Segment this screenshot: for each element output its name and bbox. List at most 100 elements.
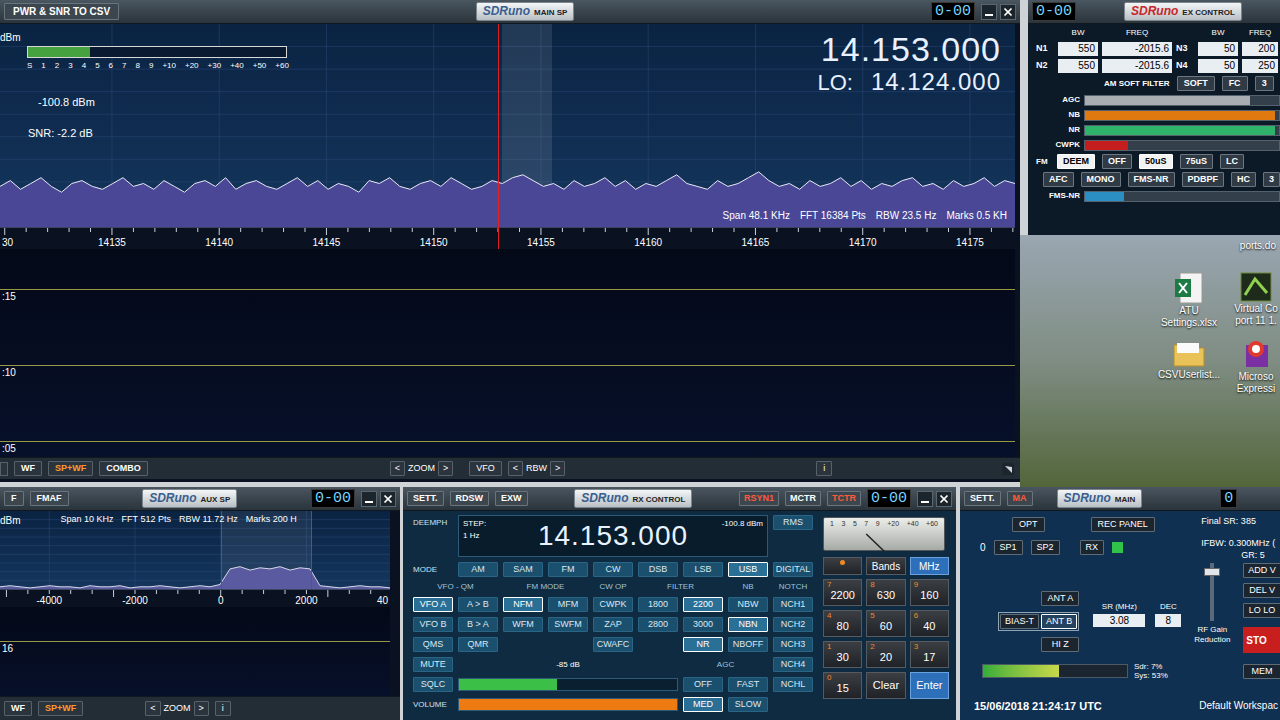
band-key[interactable]: 130 (823, 641, 862, 668)
view-mode-button[interactable]: SP+WF (38, 701, 83, 716)
prev-button[interactable]: < (390, 461, 405, 476)
rx-title-button[interactable]: RDSW (450, 491, 490, 506)
rx-option-button[interactable]: VFO B (413, 617, 453, 632)
ex-slider[interactable] (1084, 95, 1280, 106)
title-bar[interactable]: SETT.RDSWEXWSDRunoRX CONTROLRSYN1MCTRTCT… (403, 487, 956, 511)
side-button[interactable]: ADD V (1243, 563, 1280, 578)
info-button[interactable]: i (215, 701, 231, 716)
desktop-icon-label[interactable]: ports.do (1240, 238, 1276, 253)
view-mode-button[interactable]: COMBO (99, 461, 148, 476)
rx-option-button[interactable]: VFO A (413, 597, 453, 612)
spectrum-display[interactable]: dBmS123456789+10+20+30+40+50+60-100.8 dB… (0, 24, 1015, 227)
aux-spectrum-display[interactable]: dBmSpan 10 KHzFFT 512 PtsRBW 11.72 HzMar… (0, 511, 390, 589)
notch-button[interactable]: NCH4 (773, 657, 813, 672)
pwr-snr-csv-button[interactable]: PWR & SNR TO CSV (4, 3, 119, 20)
resize-icon[interactable] (1002, 463, 1014, 475)
mode-button[interactable]: DIGITAL (773, 562, 813, 577)
close-icon[interactable] (936, 491, 952, 507)
band-key[interactable]: 317 (910, 641, 949, 668)
rx-option-button[interactable]: 3000 (683, 617, 723, 632)
bias-t-button[interactable]: BIAS-T (1000, 614, 1039, 629)
band-key[interactable]: 8630 (866, 579, 905, 606)
prev-button[interactable]: < (508, 461, 523, 476)
info-button[interactable]: i (816, 461, 832, 476)
rx-option-button[interactable]: 1800 (638, 597, 678, 612)
sync-button[interactable]: MCTR (785, 491, 821, 506)
fm-option-button[interactable]: 3 (1263, 172, 1280, 187)
band-key[interactable]: 640 (910, 610, 949, 637)
enter-key[interactable]: Enter (910, 672, 949, 699)
soft-filter-button[interactable]: 3 (1255, 76, 1274, 91)
minimize-icon[interactable] (917, 491, 933, 507)
view-mode-button[interactable]: SP+WF (48, 461, 93, 476)
squelch-slider[interactable] (458, 678, 678, 691)
mode-button[interactable]: FM (548, 562, 588, 577)
desktop-icon[interactable]: CSVUserlist... (1152, 339, 1226, 395)
squelch-button[interactable]: SQLC (413, 677, 453, 692)
band-key[interactable]: 480 (823, 610, 862, 637)
desktop-icon[interactable]: Virtual Coport 11 1. (1232, 271, 1280, 329)
aux-waterfall[interactable]: 16 (0, 607, 390, 696)
volume-slider[interactable] (458, 698, 678, 711)
rx-option-button[interactable]: NCH1 (773, 597, 813, 612)
rx-option-button[interactable]: NFM (503, 597, 543, 612)
notch-bw-field[interactable]: 550 (1058, 59, 1098, 73)
keypad-key[interactable]: MHz (910, 557, 949, 575)
rx-option-button[interactable]: WFM (503, 617, 543, 632)
close-icon[interactable] (1000, 4, 1016, 20)
rx-option-button[interactable]: MFM (548, 597, 588, 612)
spectrum-button[interactable]: SP1 (994, 540, 1023, 555)
keypad-key[interactable]: Bands (866, 557, 905, 575)
ex-slider[interactable] (1084, 125, 1280, 136)
sync-button[interactable]: RSYN1 (739, 491, 779, 506)
close-icon[interactable] (380, 491, 396, 507)
rx-option-button[interactable]: NBOFF (728, 637, 768, 652)
notch-freq-field[interactable]: 250 (1242, 59, 1278, 73)
rx-option-button[interactable]: QMS (413, 637, 453, 652)
agc-button[interactable]: OFF (683, 677, 723, 692)
rx-option-button[interactable]: ZAP (593, 617, 633, 632)
rx-option-button[interactable]: SWFM (548, 617, 588, 632)
rx-option-button[interactable]: A > B (458, 597, 498, 612)
sample-rate-field[interactable]: 3.08 (1093, 614, 1145, 627)
band-key[interactable]: 220 (866, 641, 905, 668)
agc-button[interactable]: FAST (728, 677, 768, 692)
notch-freq-field[interactable]: 200 (1242, 42, 1278, 56)
side-button[interactable]: DEL V (1243, 583, 1280, 598)
antenna-button[interactable]: ANT A (1041, 591, 1079, 606)
title-bar[interactable]: PWR & SNR TO CSVSDRunoMAIN SP0-00 (0, 0, 1020, 24)
rx-option-button[interactable]: CWAFC (593, 637, 633, 652)
mode-button[interactable]: USB (728, 562, 768, 577)
hi-z-button[interactable]: HI Z (1041, 637, 1079, 652)
band-key[interactable]: 560 (866, 610, 905, 637)
rf-gain-slider[interactable] (1210, 563, 1214, 621)
rec-panel-button[interactable]: REC PANEL (1091, 517, 1155, 532)
fm-option-button[interactable]: MONO (1081, 172, 1121, 187)
view-mode-button[interactable]: WF (4, 701, 32, 716)
title-bar[interactable]: FFMAFSDRunoAUX SP0-00 (0, 487, 400, 511)
fm-option-button[interactable]: PDBPF (1182, 172, 1225, 187)
notch-button[interactable]: NCHL (773, 677, 813, 692)
rx-option-button[interactable]: QMR (458, 637, 498, 652)
notch-bw-field[interactable]: 50 (1198, 59, 1238, 73)
mode-button[interactable]: LSB (683, 562, 723, 577)
vfo-button[interactable]: VFO (469, 461, 502, 476)
next-button[interactable]: > (550, 461, 565, 476)
agc-button[interactable]: SLOW (728, 697, 768, 712)
rx-option-button[interactable]: NBW (728, 597, 768, 612)
desktop-icon[interactable]: MicrosoExpressi (1232, 339, 1280, 395)
record-key[interactable] (823, 557, 862, 575)
fm-option-button[interactable]: 50uS (1139, 154, 1173, 169)
ex-slider[interactable] (1084, 110, 1280, 121)
fm-option-button[interactable]: AFC (1043, 172, 1074, 187)
minimize-icon[interactable] (361, 491, 377, 507)
fm-option-button[interactable]: OFF (1102, 154, 1132, 169)
band-key[interactable]: 72200 (823, 579, 862, 606)
spectrum-button[interactable]: RX (1080, 540, 1105, 555)
minimize-icon[interactable] (981, 4, 997, 20)
rms-button[interactable]: RMS (773, 515, 813, 530)
next-button[interactable]: > (438, 461, 453, 476)
ex-slider[interactable] (1084, 140, 1280, 151)
waterfall[interactable]: :15:10:05 (0, 249, 1015, 457)
mode-button[interactable]: AM (458, 562, 498, 577)
